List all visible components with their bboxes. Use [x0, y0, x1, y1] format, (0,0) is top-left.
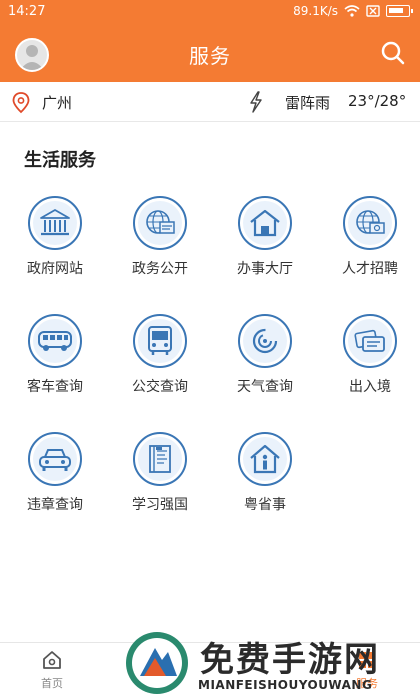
- service-tile-talent-recruitment[interactable]: 人才招聘: [320, 196, 420, 278]
- watermark: 免费手游网 MIANFEISHOUYOUWANG: [118, 628, 420, 700]
- globe-certificate-icon: [356, 210, 385, 234]
- book-icon: [149, 445, 171, 473]
- passport-cards-icon: [354, 329, 385, 352]
- service-tile-weather-query[interactable]: 天气查询: [215, 314, 315, 396]
- service-tile-bus-query[interactable]: 公交查询: [110, 314, 210, 396]
- service-tile-study-strong-country[interactable]: 学习强国: [110, 432, 210, 514]
- battery-icon: [386, 5, 413, 17]
- service-tile-yueshengshi[interactable]: 粤省事: [215, 432, 315, 514]
- service-label: 出入境: [349, 379, 391, 395]
- sim-blocked-icon: [366, 5, 380, 17]
- service-tile-coach-query[interactable]: 客车查询: [5, 314, 105, 396]
- city-name[interactable]: 广州: [42, 92, 72, 113]
- page-title: 服务: [189, 44, 231, 68]
- app-header: 服务: [0, 24, 420, 82]
- status-bar: 14:27 89.1K/s: [0, 0, 420, 24]
- cyclone-icon: [252, 328, 278, 354]
- weather-condition: 雷阵雨: [285, 94, 331, 112]
- car-icon: [39, 449, 71, 471]
- service-label: 天气查询: [237, 379, 293, 395]
- section-title: 生活服务: [24, 150, 96, 171]
- coach-bus-icon: [38, 331, 72, 351]
- lightning-icon: [250, 91, 262, 113]
- status-time: 14:27: [8, 4, 46, 19]
- service-label: 违章查询: [27, 497, 83, 513]
- service-tile-service-hall[interactable]: 办事大厅: [215, 196, 315, 278]
- location-weather-bar: 广州 雷阵雨 23°/28°: [0, 82, 420, 122]
- service-label: 政府网站: [27, 261, 83, 277]
- service-tile-entry-exit[interactable]: 出入境: [320, 314, 420, 396]
- service-label: 客车查询: [27, 379, 83, 395]
- city-bus-icon: [148, 326, 172, 355]
- wifi-icon: [344, 5, 360, 17]
- location-pin-icon: [12, 92, 30, 114]
- house-person-icon: [250, 444, 280, 474]
- tab-home-label: 首页: [41, 677, 63, 690]
- tab-home[interactable]: 首页: [17, 649, 87, 691]
- temperature-range: 23°/28°: [348, 92, 407, 110]
- watermark-subtext: MIANFEISHOUYOUWANG: [198, 678, 373, 692]
- service-label: 公交查询: [132, 379, 188, 395]
- service-label: 政务公开: [132, 261, 188, 277]
- status-indicators: 89.1K/s: [293, 4, 413, 18]
- globe-document-icon: [146, 210, 175, 234]
- service-label: 人才招聘: [342, 261, 398, 277]
- home-icon: [43, 651, 61, 669]
- watermark-logo-icon: [126, 632, 188, 694]
- house-icon: [250, 209, 280, 237]
- service-tile-violation-query[interactable]: 违章查询: [5, 432, 105, 514]
- search-icon[interactable]: [380, 40, 406, 66]
- government-building-icon: [40, 209, 70, 236]
- watermark-text: 免费手游网: [200, 640, 380, 680]
- network-speed: 89.1K/s: [293, 4, 338, 18]
- service-label: 粤省事: [244, 497, 286, 513]
- service-label: 学习强国: [132, 497, 188, 513]
- service-tile-government-website[interactable]: 政府网站: [5, 196, 105, 278]
- service-tile-government-affairs[interactable]: 政务公开: [110, 196, 210, 278]
- service-label: 办事大厅: [237, 261, 293, 277]
